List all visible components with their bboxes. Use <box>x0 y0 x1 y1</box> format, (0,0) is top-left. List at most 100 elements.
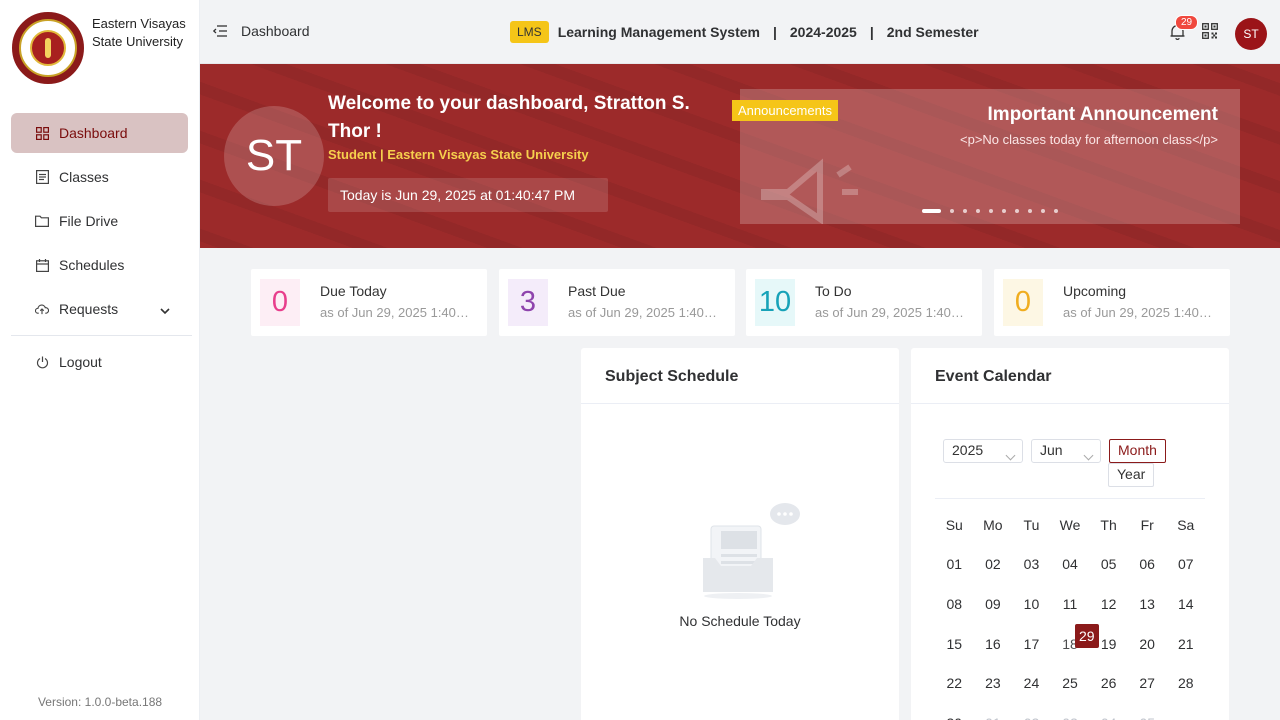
calendar-icon <box>35 258 49 272</box>
year-mode-button[interactable]: Year <box>1108 463 1155 487</box>
carousel-dot[interactable] <box>976 209 980 213</box>
calendar-day[interactable]: 12 <box>1089 596 1128 612</box>
sidebar-item-dashboard[interactable]: Dashboard <box>11 113 188 153</box>
carousel-dot[interactable] <box>1054 209 1058 213</box>
calendar-day-number: 03 <box>1023 556 1040 573</box>
calendar-day[interactable]: 21 <box>1166 636 1205 652</box>
calendar-day[interactable]: 09 <box>974 596 1013 612</box>
semester: 2nd Semester <box>886 24 979 40</box>
cloud-upload-icon <box>35 302 49 316</box>
calendar-day-today[interactable]: 29 <box>1063 619 1102 653</box>
carousel-dot[interactable] <box>1002 209 1006 213</box>
sidebar-item-file-drive[interactable]: File Drive <box>11 201 188 241</box>
stat-card-due-today[interactable]: 0 Due Today as of Jun 29, 2025 1:40:47 P… <box>251 269 487 336</box>
calendar-day[interactable]: 10 <box>1012 596 1051 612</box>
calendar-day[interactable]: 15 <box>935 636 974 652</box>
weekday-label: Th <box>1100 516 1117 533</box>
grid-icon <box>35 126 49 140</box>
calendar-day[interactable]: 26 <box>1089 675 1128 691</box>
current-datetime: Today is Jun 29, 2025 at 01:40:47 PM <box>328 178 608 212</box>
panel-title: Subject Schedule <box>605 368 739 385</box>
stat-subtitle: as of Jun 29, 2025 1:40:47 PM <box>568 305 720 320</box>
calendar-day[interactable]: 28 <box>1166 675 1205 691</box>
calendar-day[interactable]: 05 <box>1128 715 1167 720</box>
sidebar-item-logout[interactable]: Logout <box>11 342 188 382</box>
carousel-dot[interactable] <box>1028 209 1032 213</box>
chevron-down-icon <box>160 302 170 318</box>
calendar-day[interactable]: 14 <box>1166 596 1205 612</box>
profile-avatar: ST <box>224 106 324 206</box>
calendar-day[interactable]: 04 <box>1089 715 1128 720</box>
stat-card-upcoming[interactable]: 0 Upcoming as of Jun 29, 2025 1:40:47 PM <box>994 269 1230 336</box>
sidebar-item-classes[interactable]: Classes <box>11 157 188 197</box>
carousel-indicators <box>922 209 1067 213</box>
sidebar-nav: Dashboard Classes File Drive Schedules R… <box>11 113 192 386</box>
calendar-day-number: 05 <box>1139 715 1155 720</box>
folder-icon <box>35 214 49 228</box>
calendar-day-number: 23 <box>985 675 1001 692</box>
calendar-week-row: 01 02 03 04 05 06 07 <box>935 545 1205 585</box>
calendar-day[interactable]: 06 <box>1128 556 1167 572</box>
stat-value: 0 <box>1003 279 1043 326</box>
calendar-day[interactable]: 23 <box>974 675 1013 691</box>
calendar-day[interactable]: 27 <box>1128 675 1167 691</box>
weekday-label: We <box>1059 516 1081 533</box>
qr-code-icon[interactable] <box>1202 23 1218 39</box>
power-icon <box>35 355 49 369</box>
calendar-day[interactable]: 17 <box>1012 636 1051 652</box>
month-mode-button[interactable]: Month <box>1109 439 1166 463</box>
calendar-day-number: 14 <box>1177 595 1194 612</box>
calendar-day[interactable]: 13 <box>1128 596 1167 612</box>
calendar-week-row: 29 30 01 02 03 04 05 <box>935 619 1205 720</box>
carousel-dot[interactable] <box>950 209 954 213</box>
month-select[interactable]: Jun <box>1031 439 1101 463</box>
sidebar: Eastern Visayas State University Dashboa… <box>0 0 200 720</box>
calendar-day-number: 04 <box>1101 715 1117 720</box>
calendar-day[interactable]: 03 <box>1051 715 1090 720</box>
calendar-day[interactable]: 22 <box>935 675 974 691</box>
calendar-day-number: 22 <box>946 675 963 692</box>
sidebar-item-label: Classes <box>59 169 109 185</box>
carousel-dot[interactable] <box>989 209 993 213</box>
calendar-day[interactable]: 25 <box>1051 675 1090 691</box>
stat-value: 10 <box>755 279 795 326</box>
calendar-day-number: 20 <box>1139 635 1155 652</box>
sidebar-item-schedules[interactable]: Schedules <box>11 245 188 285</box>
sidebar-item-requests[interactable]: Requests <box>11 289 188 329</box>
stat-card-past-due[interactable]: 3 Past Due as of Jun 29, 2025 1:40:47 PM <box>499 269 735 336</box>
user-avatar[interactable]: ST <box>1235 18 1267 50</box>
calendar-day[interactable]: 05 <box>1089 556 1128 572</box>
calendar-day[interactable]: 03 <box>1012 556 1051 572</box>
calendar-day[interactable]: 11 <box>1051 596 1090 612</box>
calendar-day-number: 11 <box>1062 595 1078 612</box>
carousel-dot[interactable] <box>922 209 941 213</box>
calendar-day-number: 17 <box>1023 635 1040 652</box>
calendar-day-number: 12 <box>1100 595 1117 612</box>
university-seal-logo <box>12 12 84 84</box>
calendar-day[interactable]: 04 <box>1051 556 1090 572</box>
carousel-dot[interactable] <box>1041 209 1045 213</box>
calendar-day-number: 24 <box>1023 675 1040 692</box>
calendar-day[interactable]: 01 <box>935 556 974 572</box>
subject-schedule-panel: Subject Schedule No Schedule Today <box>581 348 899 720</box>
calendar-day[interactable]: 07 <box>1166 556 1205 572</box>
stat-subtitle: as of Jun 29, 2025 1:40:47 PM <box>1063 305 1215 320</box>
calendar-day[interactable]: 24 <box>1012 675 1051 691</box>
carousel-dot[interactable] <box>963 209 967 213</box>
calendar-day[interactable]: 30 <box>935 715 974 720</box>
calendar-day[interactable]: 20 <box>1128 636 1167 652</box>
calendar-day-number: 25 <box>1062 675 1078 692</box>
weekday-label: Fr <box>1140 516 1154 533</box>
calendar-day[interactable]: 08 <box>935 596 974 612</box>
menu-toggle-icon[interactable] <box>212 24 227 38</box>
calendar-day-number: 06 <box>1139 556 1155 573</box>
calendar-grid: Su Mo Tu We Th Fr Sa 01 02 03 04 05 06 07 08 09 10 11 12 13… <box>935 505 1205 720</box>
year-select[interactable]: 2025 <box>943 439 1023 463</box>
carousel-dot[interactable] <box>1015 209 1019 213</box>
brand[interactable]: Eastern Visayas State University <box>12 12 192 84</box>
calendar-day[interactable]: 02 <box>974 556 1013 572</box>
stat-card-to-do[interactable]: 10 To Do as of Jun 29, 2025 1:40:47 PM <box>746 269 982 336</box>
calendar-day[interactable]: 16 <box>974 636 1013 652</box>
calendar-day[interactable]: 02 <box>1012 715 1051 720</box>
calendar-day[interactable]: 01 <box>974 715 1013 720</box>
